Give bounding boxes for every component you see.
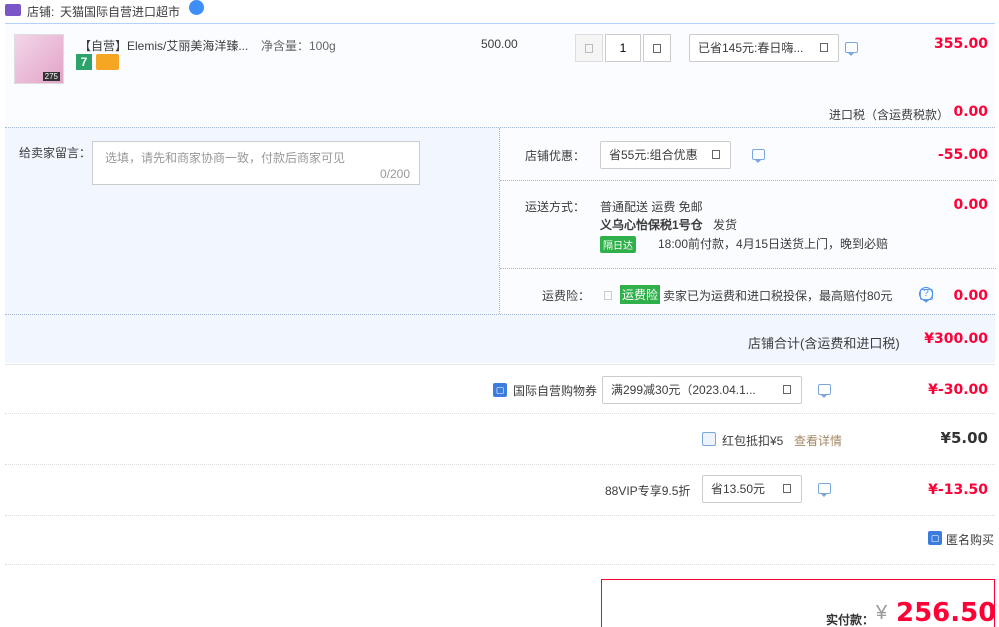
product-discount-label: 已省145元:春日嗨... [698, 41, 804, 55]
shop-header: 店铺: 天猫国际自营进口超市 [0, 0, 999, 22]
redpacket-checkbox[interactable] [702, 432, 716, 446]
quantity-input[interactable] [605, 34, 641, 62]
minus-icon [585, 44, 593, 54]
payment-summary-box: 实付款： ¥ 256.50 [601, 579, 997, 627]
vip-select-label: 省13.50元 [711, 482, 766, 496]
coupon-row: ▢ 国际自营购物券 满299减30元（2023.04.1... ¥-30.00 [5, 364, 995, 414]
shop-discount-label: 店铺优惠： [525, 149, 586, 163]
coupon-select[interactable]: 满299减30元（2023.04.1... [602, 376, 802, 404]
shop-label: 店铺: [27, 5, 55, 19]
payment-label: 实付款： [826, 613, 875, 627]
chevron-down-icon [783, 484, 791, 493]
shop-discount-chat-icon[interactable] [752, 149, 765, 163]
redpacket-label: 红包抵扣¥5 [722, 434, 784, 448]
order-options-panel: 给卖家留言： 选填，请先和商家协商一致，付款后商家可见 0/200 店铺优惠： … [5, 127, 996, 363]
shipping-label: 运送方式： [525, 200, 586, 214]
redpacket-value: ¥5.00 [940, 429, 988, 447]
seven-day-return-badge: 7 [76, 54, 92, 70]
product-title-link[interactable]: 【自营】Elemis/艾丽美海洋臻... [79, 37, 248, 54]
vip-select[interactable]: 省13.50元 [702, 475, 802, 503]
quantity-increase-button[interactable] [643, 34, 671, 62]
shop-icon [5, 4, 21, 16]
thumbnail-price-label: 275 [42, 72, 60, 81]
anonymous-row: ▢ 匿名购买 [5, 517, 995, 565]
coupon-label: 国际自营购物券 [513, 384, 598, 398]
payment-amount: 256.50 [896, 598, 997, 627]
shop-discount-select-label: 省55元:组合优惠 [609, 148, 698, 162]
product-discount-select[interactable]: 已省145元:春日嗨... [689, 34, 839, 62]
product-row: 275 【自营】Elemis/艾丽美海洋臻... 净含量：100g 7 500.… [5, 23, 995, 126]
chevron-down-icon [783, 385, 791, 394]
product-spec: 净含量：100g [261, 39, 336, 53]
insurance-badge: 运费险 [620, 285, 661, 304]
insurance-text: 卖家已为运费和进口税投保，最高赔付80元 [663, 289, 893, 303]
import-tax-value: 0.00 [953, 104, 988, 120]
product-thumbnail[interactable]: 275 [14, 34, 64, 84]
coupon-chat-icon[interactable] [818, 384, 831, 398]
coupon-select-label: 满299减30元（2023.04.1... [611, 383, 756, 397]
anonymous-label: 匿名购买 [946, 533, 995, 547]
shipping-method: 普通配送 运费 免邮 [600, 200, 703, 214]
chevron-down-icon [820, 43, 828, 52]
redpacket-details-link[interactable]: 查看详情 [794, 432, 842, 449]
shipping-value: 0.00 [953, 197, 988, 213]
insurance-label: 运费险： [542, 289, 591, 303]
vip-chat-icon[interactable] [818, 483, 831, 497]
message-counter: 0/200 [379, 167, 410, 181]
message-placeholder: 选填，请先和商家协商一致，付款后商家可见 [105, 151, 346, 165]
vip-row: 88VIP专享9.5折 省13.50元 ¥-13.50 [5, 466, 995, 516]
anonymous-checkbox[interactable]: ▢ [928, 531, 942, 545]
quantity-decrease-button[interactable] [575, 34, 603, 62]
help-icon[interactable]: ? [919, 287, 933, 301]
insurance-value: 0.00 [953, 288, 988, 304]
insurance-checkbox[interactable] [604, 291, 612, 300]
shipping-warehouse: 义乌心怡保税1号仓 [600, 218, 703, 232]
product-subtotal: 355.00 [933, 36, 988, 52]
shop-total-value: ¥300.00 [924, 331, 988, 347]
chevron-down-icon [712, 150, 720, 159]
plus-icon [653, 44, 661, 54]
shop-discount-value: -55.00 [937, 147, 988, 163]
shop-discount-select[interactable]: 省55元:组合优惠 [600, 141, 731, 169]
vip-label: 88VIP专享9.5折 [605, 484, 691, 498]
payment-currency: ¥ [876, 602, 888, 624]
next-day-badge: 隔日达 [600, 236, 636, 253]
discount-chat-icon[interactable] [845, 42, 858, 56]
shipping-ship-note: 发货 [713, 218, 738, 232]
right-options-column: 店铺优惠： 省55元:组合优惠 -55.00 运送方式： 普通配送 运费 免邮 … [499, 128, 996, 314]
import-tax-label: 进口税（含运费税款） [829, 108, 950, 122]
card-icon [96, 54, 119, 70]
redpacket-row: 红包抵扣¥5 查看详情 ¥5.00 [5, 415, 995, 465]
shop-name-link[interactable]: 天猫国际自营进口超市 [60, 3, 180, 20]
coupon-value: ¥-30.00 [928, 382, 988, 398]
unit-price: 500.00 [481, 37, 518, 51]
shipping-schedule: 18:00前付款，4月15日送货上门，晚到必赔 [658, 237, 889, 251]
shop-total-label: 店铺合计(含运费和进口税) [748, 336, 900, 351]
message-label: 给卖家留言： [19, 146, 92, 160]
message-textarea[interactable]: 选填，请先和商家协商一致，付款后商家可见 0/200 [92, 141, 420, 185]
wangwang-icon[interactable] [189, 0, 204, 15]
divider [500, 180, 996, 181]
coupon-checkbox[interactable]: ▢ [493, 383, 507, 397]
divider [5, 314, 995, 315]
vip-value: ¥-13.50 [928, 482, 988, 498]
divider [500, 268, 996, 269]
